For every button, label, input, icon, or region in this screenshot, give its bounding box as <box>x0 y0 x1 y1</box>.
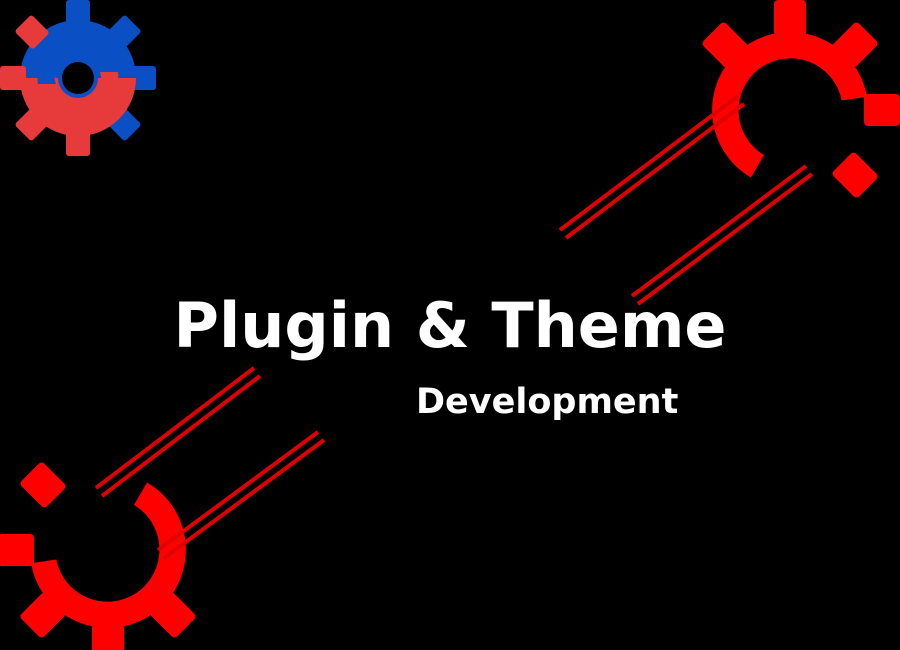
banner-canvas: Plugin & Theme Development <box>0 0 900 650</box>
gear-outline-icon <box>0 462 196 650</box>
page-title: Plugin & Theme <box>173 289 727 362</box>
gear-swirl-logo <box>0 0 156 156</box>
stripe-lines-upper <box>558 94 814 306</box>
stripe-lines-lower <box>94 366 326 560</box>
page-subtitle: Development <box>416 382 679 422</box>
